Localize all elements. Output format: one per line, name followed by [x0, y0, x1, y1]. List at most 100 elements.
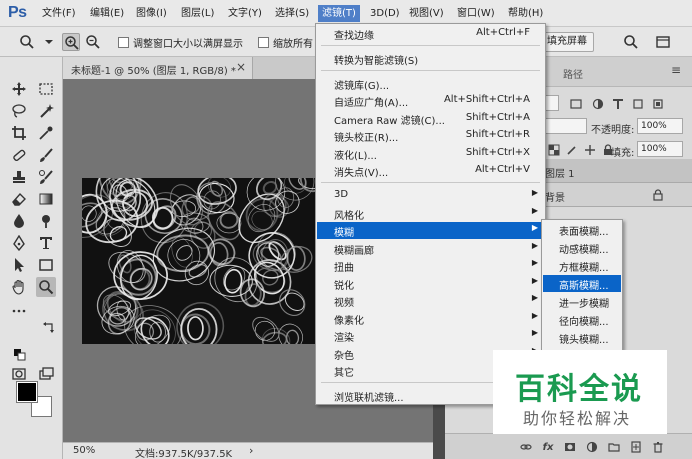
- submenu-item-box-blur[interactable]: 方框模糊...: [543, 257, 621, 274]
- pen-tool-icon[interactable]: [9, 233, 29, 253]
- menu-item-distort[interactable]: 扭曲 ▶: [317, 257, 544, 274]
- link-layers-icon[interactable]: [519, 440, 533, 454]
- submenu-item-gaussian-blur[interactable]: 高斯模糊...: [543, 275, 621, 292]
- blur-tool-icon[interactable]: [9, 211, 29, 231]
- zoom-tool-icon[interactable]: [36, 277, 56, 297]
- menu-select[interactable]: 选择(S): [271, 5, 313, 22]
- dropdown-arrow-icon[interactable]: [40, 33, 58, 51]
- foreground-color-swatch[interactable]: [16, 381, 38, 403]
- lasso-tool-icon[interactable]: [9, 101, 29, 121]
- gradient-tool-icon[interactable]: [36, 189, 56, 209]
- menu-item-convert-smart-filters[interactable]: 转换为智能滤镜(S): [317, 50, 544, 67]
- menu-item-filter-gallery[interactable]: 滤镜库(G)...: [317, 75, 544, 92]
- hand-tool-icon[interactable]: [9, 277, 29, 297]
- type-filter-icon[interactable]: [611, 97, 625, 111]
- zoom-level[interactable]: 50%: [73, 445, 95, 456]
- tab-paths[interactable]: 路径: [563, 66, 583, 81]
- dodge-tool-icon[interactable]: [36, 211, 56, 231]
- crop-tool-icon[interactable]: [9, 123, 29, 143]
- quick-mask-icon[interactable]: [9, 364, 29, 384]
- menu-item-pixelate[interactable]: 像素化 ▶: [317, 310, 544, 327]
- menu-separator: [321, 45, 540, 46]
- brush-tool-icon[interactable]: [36, 145, 56, 165]
- default-colors-icon[interactable]: [10, 345, 30, 365]
- eyedropper-tool-icon[interactable]: [36, 123, 56, 143]
- menu-image[interactable]: 图像(I): [132, 5, 171, 22]
- layer-mask-icon[interactable]: [563, 440, 577, 454]
- shape-filter-icon[interactable]: [631, 97, 645, 111]
- adjustment-filter-icon[interactable]: [591, 97, 605, 111]
- menu-item-blur[interactable]: 模糊 ▶: [317, 222, 544, 239]
- fill-input[interactable]: 100%: [637, 141, 683, 157]
- path-selection-tool-icon[interactable]: [9, 255, 29, 275]
- panel-menu-icon[interactable]: ≡: [671, 63, 681, 77]
- new-layer-icon[interactable]: [629, 440, 643, 454]
- watermark-logo: 百科全说 助你轻松解决: [493, 350, 667, 434]
- zoom-in-icon[interactable]: [62, 33, 80, 51]
- quick-selection-tool-icon[interactable]: [36, 101, 56, 121]
- menu-3d[interactable]: 3D(D): [366, 5, 404, 22]
- menu-file[interactable]: 文件(F): [38, 5, 80, 22]
- close-icon[interactable]: ×: [236, 60, 246, 74]
- status-bar: 50% 文档:937.5K/937.5K ›: [63, 442, 433, 459]
- submenu-item-lens-blur[interactable]: 镜头模糊...: [543, 329, 621, 346]
- menu-edit[interactable]: 编辑(E): [86, 5, 128, 22]
- menu-item-camera-raw[interactable]: Camera Raw 滤镜(C)... Shift+Ctrl+A: [317, 110, 544, 127]
- opacity-input[interactable]: 100%: [637, 118, 683, 134]
- submenu-item-blur-more[interactable]: 进一步模糊: [543, 293, 621, 310]
- zoom-all-checkbox[interactable]: [258, 37, 269, 48]
- history-brush-tool-icon[interactable]: [36, 167, 56, 187]
- menu-item-blur-gallery[interactable]: 模糊画廊 ▶: [317, 240, 544, 257]
- lock-position-icon[interactable]: [583, 143, 597, 157]
- trash-icon[interactable]: [651, 440, 665, 454]
- blur-submenu: 表面模糊... 动感模糊... 方框模糊... 高斯模糊... 进一步模糊 径向…: [541, 219, 623, 364]
- menu-layer[interactable]: 图层(L): [177, 5, 218, 22]
- menu-help[interactable]: 帮助(H): [504, 5, 547, 22]
- swap-colors-icon[interactable]: [38, 319, 58, 339]
- type-tool-icon[interactable]: [36, 233, 56, 253]
- layer-filter-select[interactable]: [545, 95, 559, 111]
- workspace-icon[interactable]: [654, 33, 672, 51]
- menu-item-sharpen[interactable]: 锐化 ▶: [317, 275, 544, 292]
- resize-windows-checkbox[interactable]: [118, 37, 129, 48]
- menu-type[interactable]: 文字(Y): [224, 5, 266, 22]
- menu-item-lens-correction[interactable]: 镜头校正(R)... Shift+Ctrl+R: [317, 127, 544, 144]
- lock-pixels-icon[interactable]: [565, 143, 579, 157]
- menu-item-stylize[interactable]: 风格化 ▶: [317, 205, 544, 222]
- document-tab[interactable]: 未标题-1 @ 50% (图层 1, RGB/8) * ×: [63, 57, 253, 79]
- menu-item-video[interactable]: 视频 ▶: [317, 292, 544, 309]
- fill-screen-button[interactable]: 填充屏幕: [540, 32, 594, 52]
- menu-item-render[interactable]: 渲染 ▶: [317, 327, 544, 344]
- menu-item-vanishing-point[interactable]: 消失点(V)... Alt+Ctrl+V: [317, 162, 544, 179]
- move-tool-icon[interactable]: [9, 79, 29, 99]
- lock-transparent-icon[interactable]: [547, 143, 561, 157]
- menu-item-3d[interactable]: 3D ▶: [317, 187, 544, 204]
- menu-item-find-edges[interactable]: 查找边缘 Alt+Ctrl+F: [317, 25, 544, 42]
- blend-mode-select[interactable]: [545, 118, 587, 134]
- submenu-item-motion-blur[interactable]: 动感模糊...: [543, 239, 621, 256]
- more-tools-icon[interactable]: [9, 301, 29, 321]
- eraser-tool-icon[interactable]: [9, 189, 29, 209]
- menu-view[interactable]: 视图(V): [405, 5, 448, 22]
- rectangle-tool-icon[interactable]: [36, 255, 56, 275]
- menu-window[interactable]: 窗口(W): [453, 5, 499, 22]
- document-canvas-image[interactable]: [82, 178, 315, 344]
- image-filter-icon[interactable]: [569, 97, 583, 111]
- chevron-right-icon[interactable]: ›: [249, 444, 253, 457]
- menu-item-adaptive-wide-angle[interactable]: 自适应广角(A)... Alt+Shift+Ctrl+A: [317, 92, 544, 109]
- menu-item-liquify[interactable]: 液化(L)... Shift+Ctrl+X: [317, 145, 544, 162]
- clone-stamp-tool-icon[interactable]: [9, 167, 29, 187]
- marquee-tool-icon[interactable]: [36, 79, 56, 99]
- zoom-out-icon[interactable]: [84, 33, 102, 51]
- adjustment-layer-icon[interactable]: [585, 440, 599, 454]
- submenu-item-surface-blur[interactable]: 表面模糊...: [543, 221, 621, 238]
- zoom-tool-preset-icon[interactable]: [18, 33, 36, 51]
- group-folder-icon[interactable]: [607, 440, 621, 454]
- submenu-item-radial-blur[interactable]: 径向模糊...: [543, 311, 621, 328]
- smart-object-filter-icon[interactable]: [651, 97, 665, 111]
- healing-brush-tool-icon[interactable]: [9, 145, 29, 165]
- menu-filter[interactable]: 滤镜(T): [318, 5, 360, 22]
- screen-mode-icon[interactable]: [36, 364, 56, 384]
- layer-style-icon[interactable]: fx: [541, 440, 555, 454]
- search-icon[interactable]: [622, 33, 640, 51]
